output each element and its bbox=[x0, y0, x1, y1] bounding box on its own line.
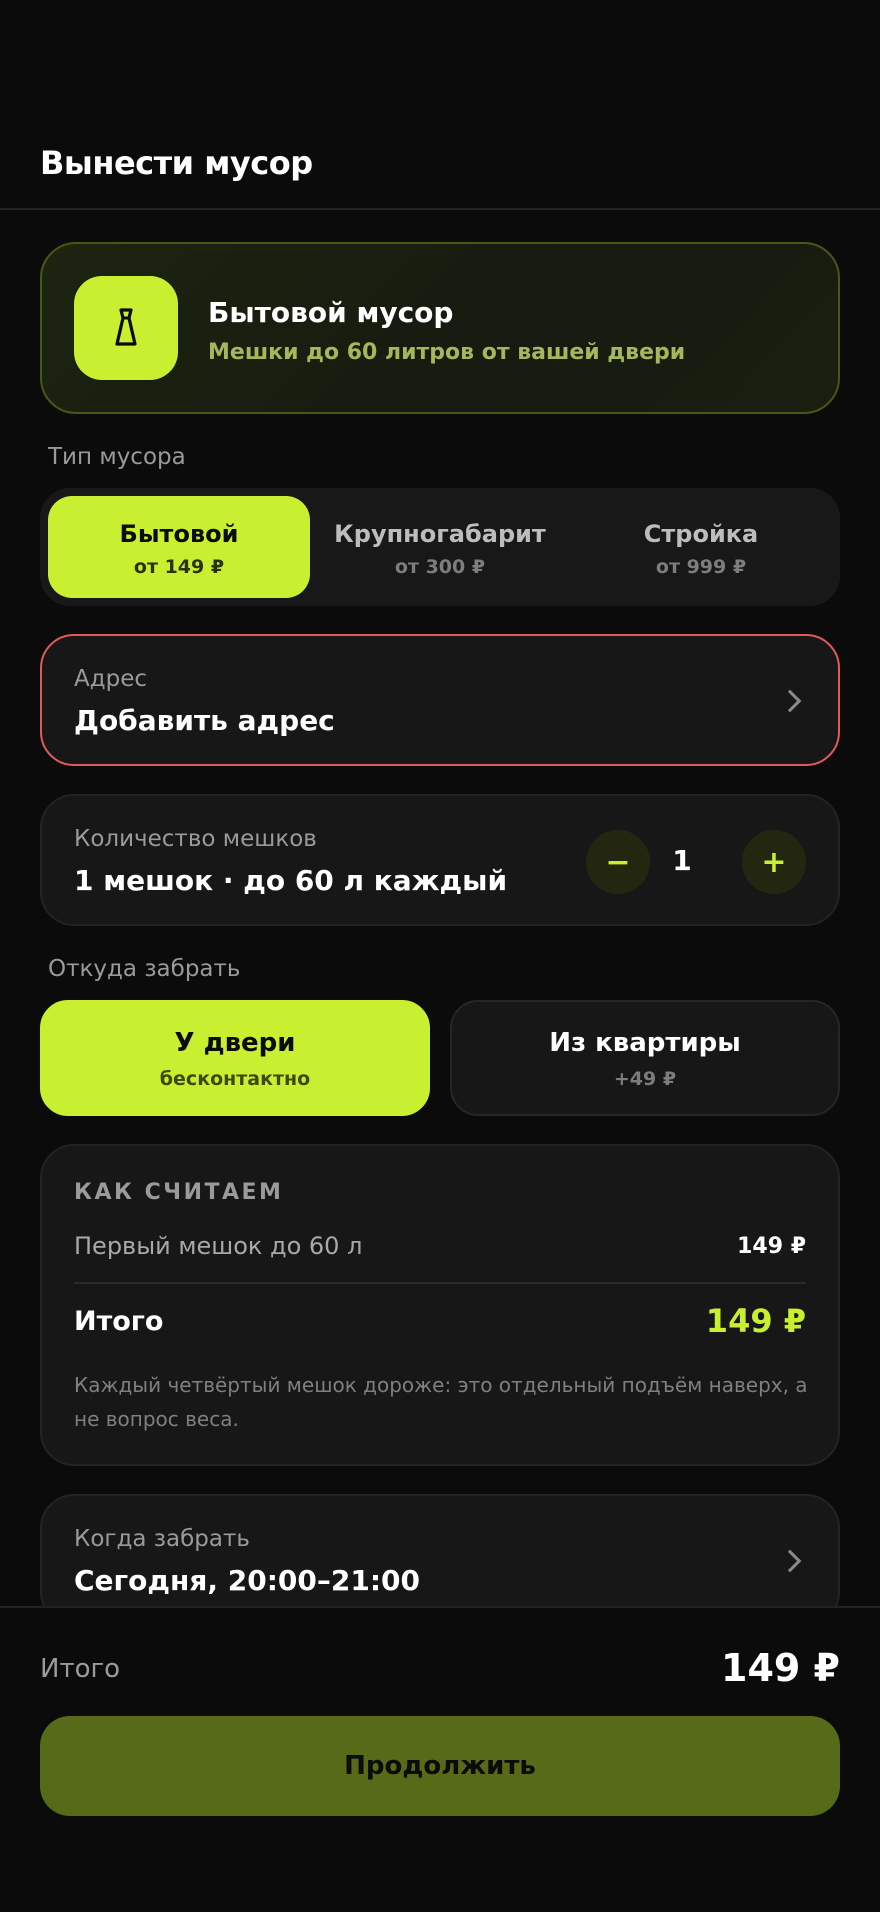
continue-button[interactable]: Продолжить bbox=[40, 1716, 840, 1816]
pickup-option-door[interactable]: У двери бесконтактно bbox=[40, 1000, 430, 1116]
pickup-option-title: Из квартиры bbox=[549, 1028, 741, 1058]
app-screen: Вынести мусор Бытовой мусор Мешки до 60 … bbox=[0, 0, 880, 1912]
option-title: Бытовой bbox=[119, 520, 239, 548]
footer-total-label: Итого bbox=[40, 1654, 121, 1684]
pickup-option-sub: +49 ₽ bbox=[613, 1068, 677, 1090]
service-hero-card: Бытовой мусор Мешки до 60 литров от ваше… bbox=[40, 242, 840, 414]
trash-bag-icon bbox=[74, 276, 178, 380]
address-field[interactable]: Адрес Добавить адрес bbox=[40, 634, 840, 766]
pickup-time-value: Сегодня, 20:00–21:00 bbox=[74, 1564, 420, 1597]
option-price: от 149 ₽ bbox=[133, 556, 225, 578]
breakdown-note: Каждый четвёртый мешок дороже: это отдел… bbox=[74, 1373, 808, 1431]
option-price: от 999 ₽ bbox=[655, 556, 747, 578]
option-price: от 300 ₽ bbox=[394, 556, 486, 578]
price-breakdown-card: КАК СЧИТАЕМ Первый мешок до 60 л 149 ₽ И… bbox=[40, 1144, 840, 1466]
bottom-bar: Итого 149 ₽ Продолжить bbox=[0, 1606, 880, 1912]
breakdown-row-value: 149 ₽ bbox=[737, 1234, 806, 1259]
pickup-label: Откуда забрать bbox=[48, 956, 241, 982]
bags-value: 1 мешок · до 60 л каждый bbox=[74, 864, 508, 897]
bags-quantity-card: Количество мешков 1 мешок · до 60 л кажд… bbox=[40, 794, 840, 926]
option-title: Крупногабарит bbox=[334, 520, 546, 548]
increment-button[interactable]: + bbox=[742, 830, 806, 894]
pickup-option-apartment[interactable]: Из квартиры +49 ₽ bbox=[450, 1000, 840, 1116]
chevron-right-icon bbox=[778, 1549, 802, 1573]
address-value: Добавить адрес bbox=[74, 704, 335, 737]
decrement-button[interactable]: − bbox=[586, 830, 650, 894]
pickup-option-sub: бесконтактно bbox=[159, 1068, 311, 1090]
waste-type-segmented-control: Бытовой от 149 ₽ Крупногабарит от 300 ₽ … bbox=[40, 488, 840, 606]
waste-type-label: Тип мусора bbox=[48, 444, 186, 470]
pickup-time-label: Когда забрать bbox=[74, 1526, 250, 1552]
address-label: Адрес bbox=[74, 666, 148, 692]
waste-type-option-construction[interactable]: Стройка от 999 ₽ bbox=[570, 496, 832, 598]
breakdown-total-label: Итого bbox=[74, 1306, 164, 1337]
footer-total-value: 149 ₽ bbox=[721, 1646, 840, 1690]
hero-title: Бытовой мусор bbox=[208, 296, 454, 329]
pickup-option-title: У двери bbox=[174, 1028, 296, 1058]
breakdown-row-label: Первый мешок до 60 л bbox=[74, 1232, 363, 1260]
bags-label: Количество мешков bbox=[74, 826, 317, 852]
bags-count: 1 bbox=[672, 844, 692, 877]
top-bar: Вынести мусор bbox=[0, 0, 880, 210]
trash-bag-glyph bbox=[115, 308, 137, 346]
divider bbox=[74, 1282, 806, 1284]
hero-subtitle: Мешки до 60 литров от вашей двери bbox=[208, 340, 686, 365]
breakdown-total-value: 149 ₽ bbox=[705, 1302, 806, 1340]
option-title: Стройка bbox=[643, 520, 759, 548]
waste-type-option-bulky[interactable]: Крупногабарит от 300 ₽ bbox=[309, 496, 571, 598]
breakdown-heading: КАК СЧИТАЕМ bbox=[74, 1180, 284, 1205]
waste-type-option-household[interactable]: Бытовой от 149 ₽ bbox=[48, 496, 310, 598]
chevron-right-icon bbox=[778, 689, 802, 713]
page-title: Вынести мусор bbox=[40, 144, 313, 182]
